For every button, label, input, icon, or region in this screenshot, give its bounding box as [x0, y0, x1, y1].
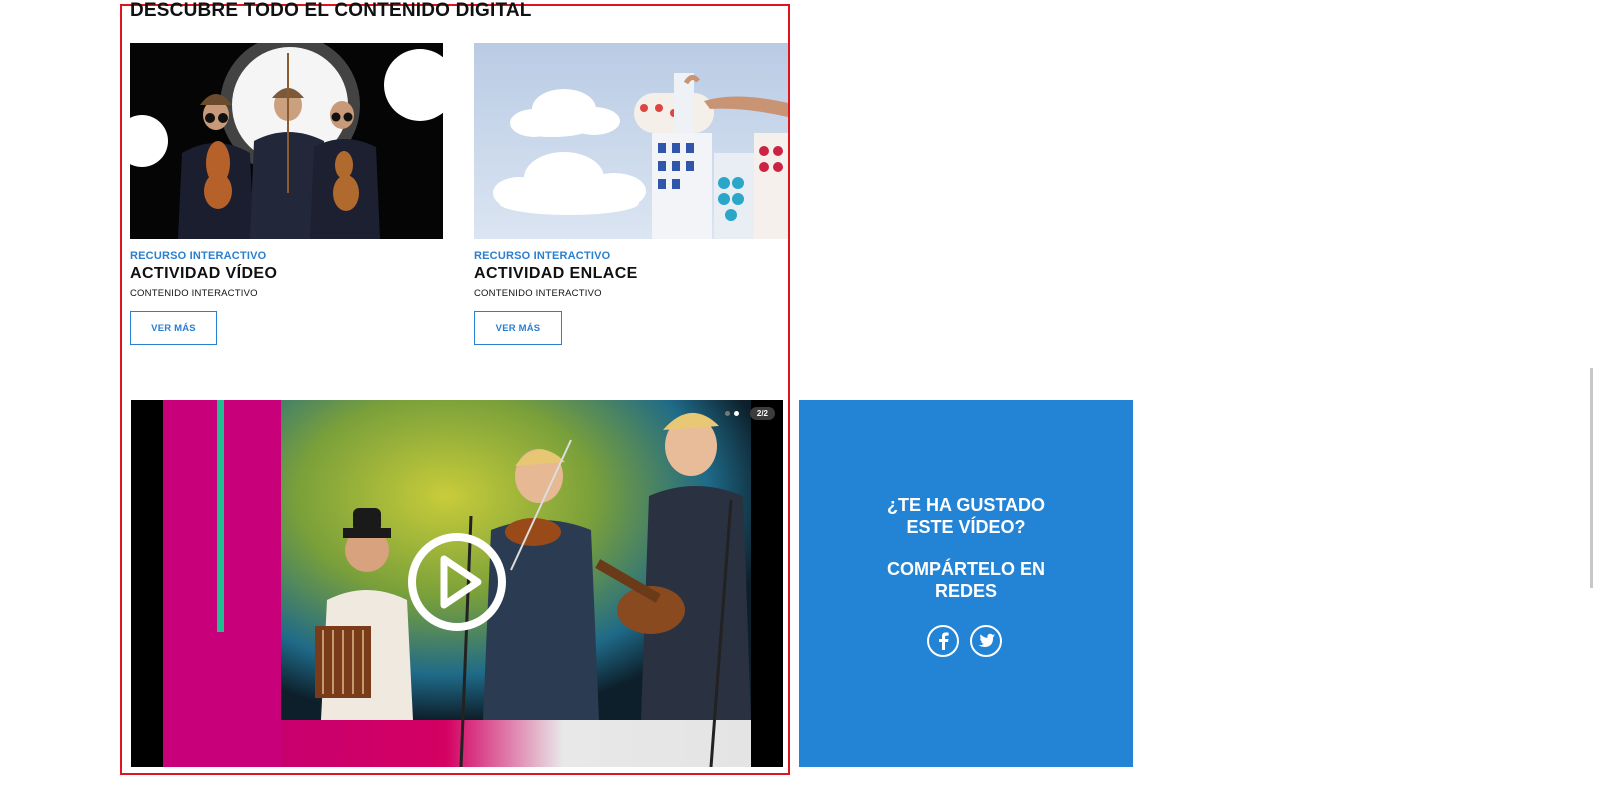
card-image-musicians[interactable]	[130, 43, 443, 239]
card-title[interactable]: ACTIVIDAD ENLACE	[474, 265, 638, 283]
ver-mas-button[interactable]: VER MÁS	[130, 311, 217, 345]
card-subtitle: CONTENIDO INTERACTIVO	[474, 288, 602, 299]
card-title[interactable]: ACTIVIDAD VÍDEO	[130, 265, 277, 283]
slide-dots[interactable]	[725, 411, 739, 416]
video-player[interactable]: 2/2	[131, 400, 783, 767]
section-heading: DESCUBRE TODO EL CONTENIDO DIGITAL	[130, 0, 532, 21]
card-kind-label: RECURSO INTERACTIVO	[474, 250, 611, 262]
share-cta: COMPÁRTELO EN REDES	[799, 558, 1133, 602]
share-question-line2: ESTE VÍDEO?	[906, 517, 1026, 537]
scrollbar-thumb[interactable]	[1590, 368, 1593, 588]
play-icon[interactable]	[406, 531, 508, 633]
share-panel: ¿TE HA GUSTADO ESTE VÍDEO? COMPÁRTELO EN…	[799, 400, 1133, 767]
facebook-icon[interactable]	[927, 625, 959, 657]
share-cta-line1: COMPÁRTELO EN	[886, 559, 1045, 579]
twitter-icon[interactable]	[970, 625, 1002, 657]
card-subtitle: CONTENIDO INTERACTIVO	[130, 288, 258, 299]
slide-counter: 2/2	[749, 407, 775, 420]
share-question-line1: ¿TE HA GUSTADO	[887, 495, 1045, 515]
share-cta-line2: REDES	[934, 581, 997, 601]
card-kind-label: RECURSO INTERACTIVO	[130, 250, 267, 262]
card-image-paper-buildings[interactable]	[474, 43, 788, 239]
ver-mas-button[interactable]: VER MÁS	[474, 311, 562, 345]
page-scrollbar[interactable]	[1584, 0, 1600, 800]
share-question: ¿TE HA GUSTADO ESTE VÍDEO?	[799, 494, 1133, 538]
